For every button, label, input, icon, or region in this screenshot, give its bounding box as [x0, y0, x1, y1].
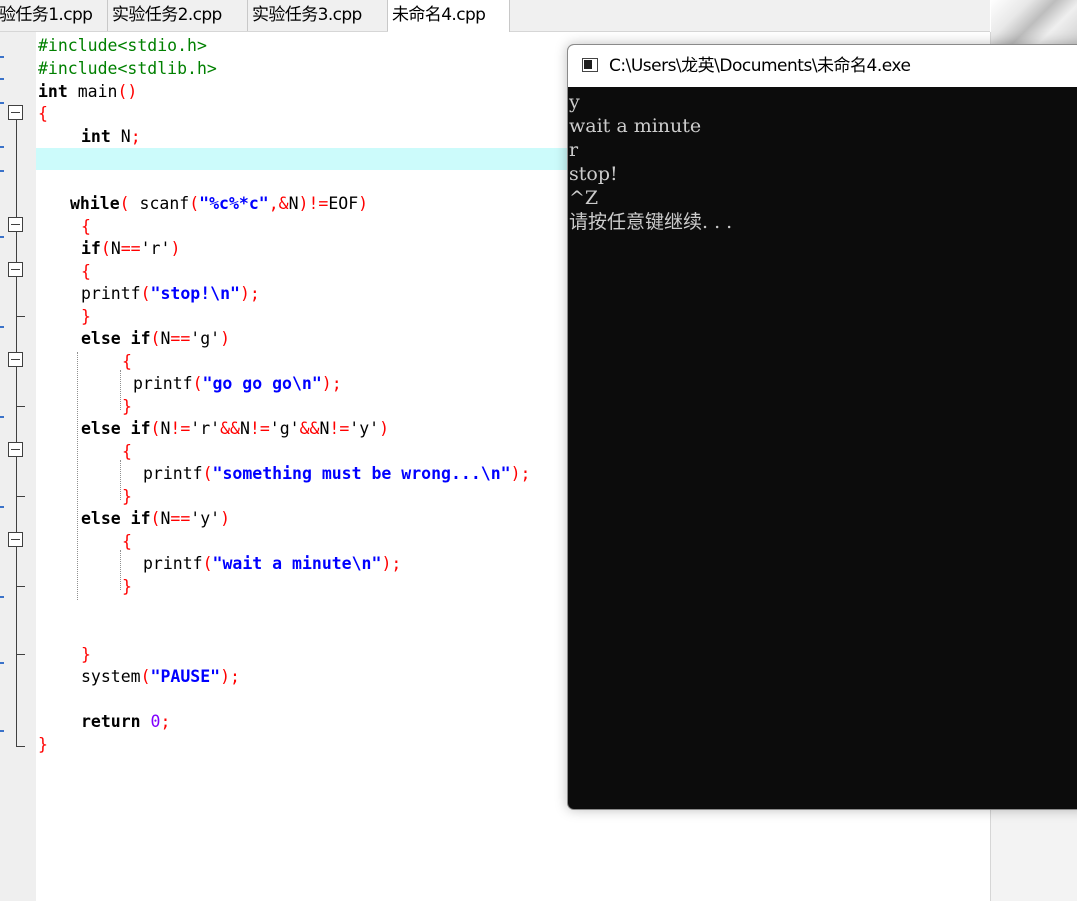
code-line-1: #include<stdio.h> [38, 36, 207, 55]
current-line-highlight [36, 148, 568, 170]
editor-tab-bar: 验任务1.cpp 实验任务2.cpp 实验任务3.cpp 未命名4.cpp [0, 0, 990, 32]
code-line-15: { [122, 352, 132, 371]
desktop-wallpaper [991, 0, 1077, 44]
code-line-17: } [122, 397, 132, 416]
console-line: 请按任意键继续. . . [569, 211, 733, 233]
code-line-31: return 0; [81, 712, 171, 731]
code-line-20: printf("something must be wrong...\n"); [143, 464, 531, 483]
tab-experiment-1[interactable]: 验任务1.cpp [0, 0, 108, 31]
fold-minus-icon[interactable] [8, 262, 23, 277]
code-line-9: { [81, 217, 91, 236]
editor-gutter [0, 32, 36, 901]
code-line-11: { [81, 262, 91, 281]
code-line-16: printf("go go go\n"); [133, 374, 342, 393]
line-marker [0, 416, 4, 418]
console-output[interactable]: y wait a minute r stop! ^Z 请按任意键继续. . . [568, 89, 1077, 809]
fold-minus-icon[interactable] [8, 532, 23, 547]
code-line-13: } [81, 307, 91, 326]
fold-end-tick [16, 746, 25, 747]
code-line-4: { [38, 104, 48, 123]
code-line-23: { [122, 532, 132, 551]
line-marker [0, 170, 4, 172]
line-marker [0, 102, 4, 104]
indent-guide [77, 352, 78, 600]
code-line-22: else if(N=='y') [81, 509, 231, 528]
code-line-10: if(N=='r') [81, 239, 181, 258]
fold-minus-icon[interactable] [8, 352, 23, 367]
code-line-25: } [122, 577, 132, 596]
code-line-29: system("PAUSE"); [81, 667, 240, 686]
code-line-28: } [81, 645, 91, 664]
fold-end-tick [16, 496, 25, 497]
console-line: y [569, 91, 580, 113]
tab-label: 实验任务2.cpp [112, 5, 222, 25]
code-line-24: printf("wait a minute\n"); [143, 554, 402, 573]
code-line-14: else if(N=='g') [81, 329, 231, 348]
code-line-12: printf("stop!\n"); [81, 284, 260, 303]
code-line-3: int main() [38, 82, 138, 101]
line-marker [0, 596, 4, 598]
line-marker [0, 236, 4, 238]
code-line-32: } [38, 735, 48, 754]
line-marker [0, 78, 4, 80]
tab-label: 未命名4.cpp [392, 5, 486, 25]
code-line-5: int N; [81, 127, 141, 146]
console-window-icon [582, 58, 598, 72]
code-line-2: #include<stdlib.h> [38, 59, 217, 78]
indent-guide [120, 370, 121, 410]
console-title-bar[interactable]: C:\Users\龙英\Documents\未命名4.exe [568, 45, 1077, 87]
line-marker [0, 506, 4, 508]
line-marker [0, 326, 4, 328]
console-title: C:\Users\龙英\Documents\未命名4.exe [609, 56, 911, 76]
indent-guide [120, 460, 121, 500]
tab-experiment-3[interactable]: 实验任务3.cpp [248, 0, 388, 31]
fold-end-tick [16, 586, 25, 587]
console-line: stop! [569, 163, 618, 185]
fold-line [16, 111, 17, 747]
tab-untitled-4[interactable]: 未命名4.cpp [388, 0, 510, 32]
console-line: wait a minute [569, 115, 702, 137]
indent-guide [120, 550, 121, 590]
fold-end-tick [16, 654, 25, 655]
console-line: ^Z [569, 187, 599, 209]
code-line-18: else if(N!='r'&&N!='g'&&N!='y') [81, 419, 390, 438]
code-line-21: } [122, 487, 132, 506]
fold-minus-icon[interactable] [8, 105, 23, 120]
tab-experiment-2[interactable]: 实验任务2.cpp [108, 0, 248, 31]
console-line: r [569, 139, 579, 161]
fold-minus-icon[interactable] [8, 217, 23, 232]
console-window[interactable]: C:\Users\龙英\Documents\未命名4.exe y wait a … [567, 44, 1077, 810]
line-marker [0, 56, 4, 58]
code-line-19: { [122, 442, 132, 461]
fold-end-tick [16, 406, 25, 407]
fold-minus-icon[interactable] [8, 442, 23, 457]
code-line-8: while( scanf("%c%*c",&N)!=EOF) [70, 194, 369, 213]
tab-label: 实验任务3.cpp [252, 5, 362, 25]
fold-end-tick [16, 316, 25, 317]
line-marker [0, 730, 4, 732]
tab-label: 验任务1.cpp [0, 5, 93, 25]
line-marker [0, 146, 4, 148]
line-marker [0, 662, 4, 664]
